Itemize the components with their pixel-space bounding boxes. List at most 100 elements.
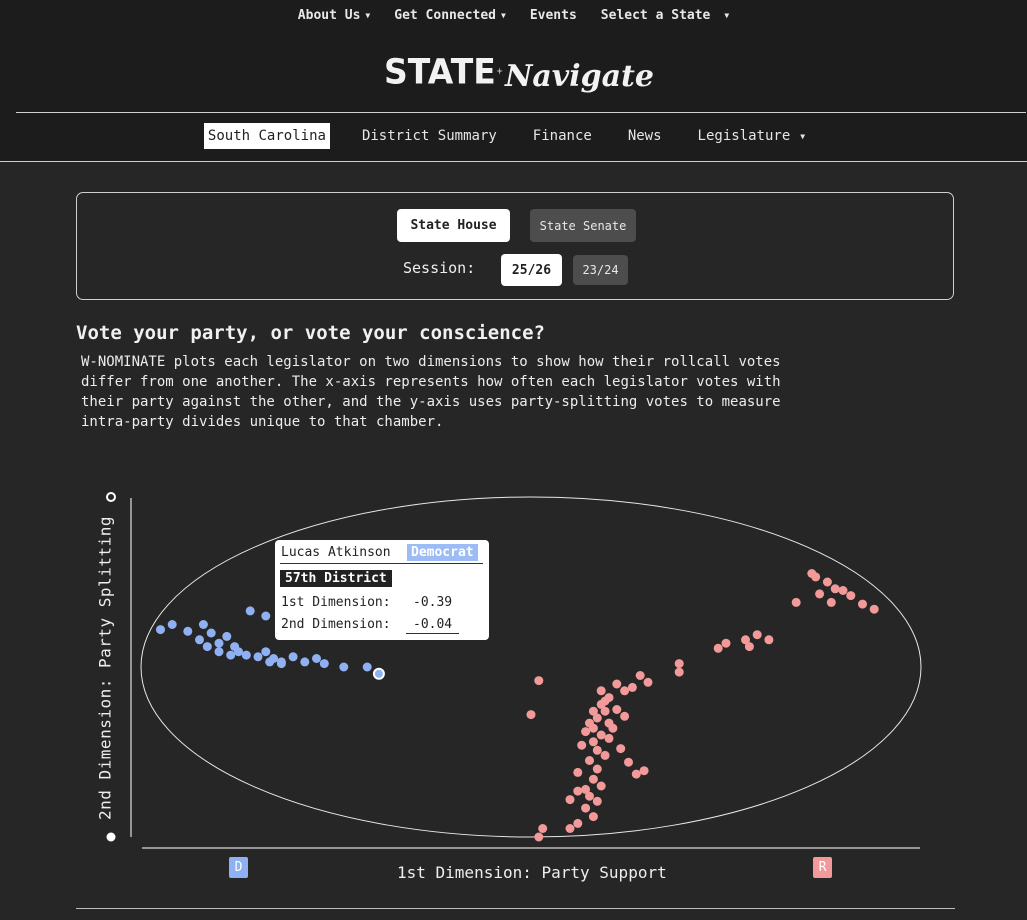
- republican-point[interactable]: [588, 812, 598, 822]
- republican-point[interactable]: [588, 723, 598, 733]
- republican-point[interactable]: [581, 803, 591, 813]
- republican-point[interactable]: [588, 706, 598, 716]
- republican-point[interactable]: [592, 764, 602, 774]
- republican-point[interactable]: [752, 630, 762, 640]
- republican-point[interactable]: [846, 591, 856, 601]
- republican-point[interactable]: [858, 599, 867, 609]
- democrat-point[interactable]: [319, 659, 329, 669]
- democrat-point[interactable]: [202, 642, 212, 652]
- democrat-point[interactable]: [241, 650, 251, 660]
- republican-point[interactable]: [620, 686, 630, 696]
- session-25-26-button[interactable]: 25/26: [501, 254, 562, 286]
- democrat-point[interactable]: [222, 631, 232, 641]
- republican-point[interactable]: [624, 757, 633, 767]
- democrat-point[interactable]: [261, 647, 271, 657]
- republican-point[interactable]: [838, 586, 848, 595]
- nav-select-state[interactable]: Select a State ▼: [589, 8, 741, 23]
- democrat-point[interactable]: [312, 654, 321, 663]
- democrat-point[interactable]: [276, 659, 286, 669]
- democrat-point[interactable]: [261, 611, 271, 621]
- republican-point[interactable]: [596, 781, 606, 791]
- republican-point[interactable]: [534, 832, 544, 842]
- republican-point[interactable]: [588, 737, 598, 747]
- republican-point[interactable]: [612, 705, 622, 714]
- republican-point[interactable]: [538, 824, 548, 833]
- republican-point[interactable]: [822, 577, 832, 587]
- logo[interactable]: STATE Navigate: [384, 42, 654, 100]
- democrat-point[interactable]: [288, 652, 298, 662]
- democrat-point[interactable]: [167, 620, 177, 629]
- democrat-point[interactable]: [300, 657, 310, 667]
- republican-point[interactable]: [674, 659, 684, 669]
- republican-point[interactable]: [631, 769, 641, 779]
- republican-point[interactable]: [713, 643, 723, 653]
- highlighted-legislator-point[interactable]: [372, 667, 385, 680]
- republican-point[interactable]: [573, 786, 583, 796]
- subnav-legislature[interactable]: Legislature ▼: [680, 123, 824, 149]
- republican-point[interactable]: [581, 727, 591, 737]
- republican-point[interactable]: [620, 711, 630, 721]
- republican-point[interactable]: [721, 638, 731, 648]
- republican-point[interactable]: [600, 696, 610, 706]
- republican-point[interactable]: [600, 706, 610, 716]
- republican-point[interactable]: [869, 604, 879, 614]
- republican-point[interactable]: [565, 795, 575, 805]
- republican-point[interactable]: [600, 750, 610, 760]
- republican-point[interactable]: [744, 642, 754, 652]
- republican-point[interactable]: [596, 730, 606, 740]
- republican-point[interactable]: [616, 744, 626, 754]
- republican-point[interactable]: [791, 597, 801, 607]
- subnav-news[interactable]: News: [610, 123, 680, 149]
- republican-point[interactable]: [573, 818, 583, 828]
- republican-point[interactable]: [565, 824, 575, 833]
- republican-point[interactable]: [588, 774, 598, 784]
- republican-point[interactable]: [577, 740, 587, 750]
- democrat-point[interactable]: [226, 650, 236, 660]
- democrat-point[interactable]: [183, 626, 193, 636]
- session-23-24-button[interactable]: 23/24: [573, 255, 628, 285]
- tooltip-dim1-value: -0.39: [413, 595, 453, 610]
- republican-point[interactable]: [815, 589, 825, 599]
- democrat-point[interactable]: [214, 647, 224, 657]
- democrat-point[interactable]: [195, 635, 204, 645]
- republican-point[interactable]: [534, 676, 544, 686]
- republican-point[interactable]: [811, 572, 821, 582]
- republican-point[interactable]: [592, 796, 602, 806]
- subnav-district-summary[interactable]: District Summary: [344, 123, 515, 149]
- republican-point[interactable]: [608, 723, 618, 733]
- subnav-finance[interactable]: Finance: [515, 123, 610, 149]
- democrat-point[interactable]: [206, 628, 216, 638]
- republican-point[interactable]: [627, 682, 637, 692]
- subnav-state[interactable]: South Carolina: [203, 123, 330, 149]
- republican-point[interactable]: [612, 679, 622, 689]
- republican-point[interactable]: [639, 766, 649, 776]
- state-house-button[interactable]: State House: [397, 209, 510, 242]
- nav-events[interactable]: Events: [518, 8, 589, 23]
- democrat-point[interactable]: [245, 606, 255, 616]
- republican-point[interactable]: [592, 745, 602, 755]
- republican-point[interactable]: [635, 671, 645, 680]
- republican-point[interactable]: [830, 584, 840, 594]
- compass-star-icon: [496, 67, 503, 75]
- democrat-point[interactable]: [362, 662, 372, 672]
- democrat-point[interactable]: [198, 620, 208, 629]
- republican-point[interactable]: [674, 667, 684, 677]
- republican-point[interactable]: [585, 791, 594, 801]
- democrat-point[interactable]: [253, 652, 263, 662]
- democrat-point[interactable]: [214, 638, 224, 648]
- republican-point[interactable]: [826, 597, 836, 607]
- democrat-point[interactable]: [234, 647, 243, 657]
- nav-get-connected[interactable]: Get Connected ▼: [382, 8, 518, 23]
- republican-point[interactable]: [526, 710, 536, 720]
- republican-point[interactable]: [764, 635, 774, 645]
- nav-about-us[interactable]: About Us ▼: [286, 8, 382, 23]
- state-senate-button[interactable]: State Senate: [530, 209, 636, 242]
- republican-point[interactable]: [604, 733, 614, 743]
- republican-point[interactable]: [643, 677, 653, 687]
- republican-point[interactable]: [596, 686, 606, 696]
- republican-point[interactable]: [585, 756, 594, 765]
- republican-point[interactable]: [573, 767, 583, 777]
- democrat-point[interactable]: [156, 625, 165, 635]
- democrat-point[interactable]: [265, 657, 275, 667]
- democrat-point[interactable]: [339, 662, 349, 672]
